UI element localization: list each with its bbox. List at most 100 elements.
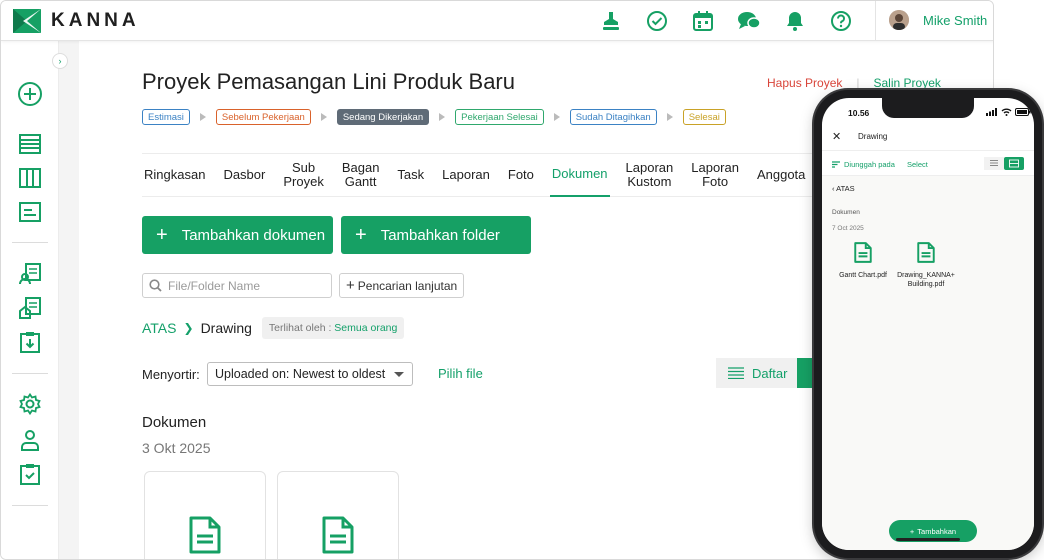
tab-item[interactable]: Dasbor	[221, 153, 267, 197]
tab-label: Bagan Gantt	[341, 160, 380, 189]
document-card[interactable]	[277, 471, 399, 559]
status-badge[interactable]: Sudah Ditagihkan	[569, 109, 657, 125]
document-icon	[189, 516, 221, 559]
plus-icon: +	[346, 277, 355, 294]
grid-view-icon	[1009, 159, 1019, 168]
phone-notch	[882, 98, 974, 118]
board-icon[interactable]	[17, 165, 43, 191]
plus-icon: +	[156, 224, 168, 246]
status-badge[interactable]: Estimasi	[142, 109, 190, 125]
close-icon[interactable]: ✕	[832, 130, 841, 143]
visibility-value: Semua orang	[334, 322, 398, 334]
status-badge[interactable]: Pekerjaan Selesai	[455, 109, 544, 125]
tab-label: Dasbor	[223, 167, 266, 182]
phone-body: ‹ ATAS Dokumen 7 Oct 2025 Gantt Chart.pd…	[822, 176, 1034, 550]
building-icon[interactable]	[17, 295, 43, 321]
add-circle-icon[interactable]	[17, 81, 43, 107]
phone-file-name: Gantt Chart.pdf	[839, 272, 887, 279]
report-icon[interactable]	[17, 199, 43, 225]
sort-select[interactable]: Uploaded on: Newest to oldest	[207, 362, 413, 386]
list-view-button[interactable]: Daftar	[716, 358, 798, 388]
sidebar-collapse-button[interactable]: ›	[52, 53, 68, 69]
list-icon[interactable]	[17, 131, 43, 157]
help-icon[interactable]	[829, 9, 853, 33]
tab-item[interactable]: Sub Proyek	[281, 153, 325, 197]
project-tabs: Ringkasan Dasbor Sub Proyek Bagan Gantt Task…	[142, 153, 832, 197]
check-circle-icon[interactable]	[645, 9, 669, 33]
tab-label: Laporan Foto	[691, 160, 739, 189]
sort-label: Menyortir:	[142, 367, 200, 382]
breadcrumb: ATAS ❯ Drawing Terlihat oleh : Semua ora…	[142, 317, 405, 339]
page-title: Proyek Pemasangan Lini Produk Baru	[142, 69, 515, 94]
document-icon	[917, 242, 935, 263]
phone-header: ✕ Drawing	[822, 122, 1034, 152]
kanna-logo-mark-icon	[13, 9, 41, 33]
phone-back-link[interactable]: ‹ ATAS	[832, 184, 855, 193]
clipboard-download-icon[interactable]	[17, 329, 43, 355]
tab-item[interactable]: Laporan	[440, 153, 492, 197]
tab-item[interactable]: Bagan Gantt	[340, 153, 382, 197]
phone-file-item[interactable]: Drawing_KANNA+Building.pdf	[896, 242, 956, 289]
tab-item[interactable]: Dokumen	[549, 153, 610, 197]
clipboard-check-icon[interactable]	[17, 461, 43, 487]
bell-icon[interactable]	[783, 9, 807, 33]
tab-item[interactable]: Laporan Kustom	[624, 153, 676, 197]
brand-name: KANNA	[51, 10, 140, 31]
tab-item[interactable]: Laporan Foto	[689, 153, 741, 197]
tab-item[interactable]: Ringkasan	[142, 153, 207, 197]
user-menu[interactable]: Mike Smith	[889, 10, 987, 30]
phone-list-view-button[interactable]	[984, 157, 1004, 170]
chevron-left-icon: ‹	[832, 184, 835, 193]
phone-status-icons	[986, 108, 1031, 116]
breadcrumb-root-link[interactable]: ATAS	[142, 320, 177, 336]
copy-project-link[interactable]: Salin Proyek	[874, 76, 941, 90]
plus-icon: +	[355, 224, 367, 246]
phone-time: 10.56	[848, 108, 870, 118]
add-folder-button[interactable]: + Tambahkan folder	[341, 216, 531, 254]
visibility-badge[interactable]: Terlihat oleh : Semua orang	[261, 317, 405, 339]
phone-sort-button[interactable]: Diunggah pada	[832, 160, 895, 169]
visibility-label: Terlihat oleh :	[268, 322, 332, 334]
add-document-button[interactable]: + Tambahkan dokumen	[142, 216, 333, 254]
top-bar: KANNA Mike Smith	[1, 1, 993, 41]
add-folder-label: Tambahkan folder	[380, 226, 500, 244]
tab-label: Ringkasan	[144, 167, 206, 182]
stamp-icon[interactable]	[599, 9, 623, 33]
status-badge[interactable]: Sebelum Pekerjaan	[215, 109, 311, 125]
search-input[interactable]	[168, 278, 318, 293]
status-arrow-icon	[439, 113, 446, 121]
phone-file-item[interactable]: Gantt Chart.pdf	[833, 242, 893, 281]
phone-grid-view-button[interactable]	[1004, 157, 1024, 170]
tab-item[interactable]: Task	[395, 153, 426, 197]
status-badge[interactable]: Sedang Dikerjakan	[336, 109, 430, 125]
wifi-icon	[1001, 108, 1012, 116]
content-gutter	[59, 41, 79, 559]
pick-file-link[interactable]: Pilih file	[438, 366, 483, 381]
tab-label: Foto	[507, 167, 534, 182]
search-box	[142, 273, 332, 298]
phone-file-name: Drawing_KANNA+Building.pdf	[897, 272, 955, 288]
documents-date: 3 Okt 2025	[142, 440, 211, 456]
user-name: Mike Smith	[923, 12, 988, 28]
user-icon[interactable]	[17, 427, 43, 453]
phone-select-link[interactable]: Select	[907, 160, 928, 169]
battery-icon	[1015, 108, 1031, 116]
document-icon	[854, 242, 872, 263]
tab-label: Dokumen	[551, 166, 608, 181]
delete-project-link[interactable]: Hapus Proyek	[767, 76, 842, 90]
contact-icon[interactable]	[17, 261, 43, 287]
plus-icon: +	[909, 526, 915, 536]
kanna-logo[interactable]: KANNA	[13, 9, 140, 33]
search-icon	[149, 279, 162, 292]
advanced-search-button[interactable]: + Pencarian lanjutan	[339, 273, 465, 298]
add-document-label: Tambahkan dokumen	[181, 226, 326, 244]
documents-section-title: Dokumen	[142, 414, 207, 431]
document-card[interactable]	[144, 471, 266, 559]
status-badge[interactable]: Selesai	[682, 109, 726, 125]
tab-item[interactable]: Anggota	[755, 153, 807, 197]
phone-upload-label: Diunggah pada	[844, 160, 895, 169]
chat-icon[interactable]	[737, 9, 761, 33]
calendar-icon[interactable]	[691, 9, 715, 33]
tab-item[interactable]: Foto	[506, 153, 536, 197]
gear-icon[interactable]	[17, 391, 43, 417]
